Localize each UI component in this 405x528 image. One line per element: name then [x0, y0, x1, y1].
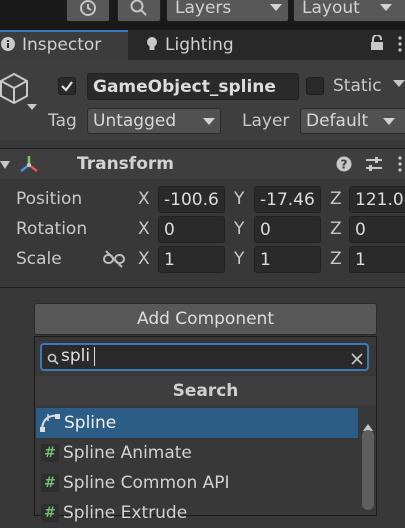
script-icon: # [41, 504, 59, 522]
component-menu-icon[interactable] [398, 156, 402, 177]
scale-x-field[interactable]: 1 [158, 246, 225, 273]
rotation-y-value: 0 [260, 219, 271, 240]
list-item-spline[interactable]: Spline [36, 408, 358, 438]
script-icon: # [41, 474, 59, 492]
static-checkbox[interactable] [306, 77, 324, 95]
position-y-value: -17.46 [260, 189, 315, 210]
position-z-value: 121.08 [355, 189, 405, 210]
position-y-field[interactable]: -17.46 [254, 186, 321, 213]
inspector-icon [0, 36, 16, 57]
list-item-label: Spline Common API [63, 473, 230, 493]
search-value: spli [61, 346, 91, 366]
rotation-label: Rotation [16, 219, 88, 239]
history-button[interactable] [66, 0, 110, 22]
checkmark-icon [61, 81, 73, 92]
position-y-axis[interactable]: Y [234, 189, 244, 209]
spline-icon [39, 413, 61, 433]
list-item-label: Spline Extrude [63, 503, 188, 523]
position-z-field[interactable]: 121.08 [349, 186, 405, 213]
tag-label: Tag [48, 111, 77, 131]
search-icon [47, 350, 59, 370]
tab-menu-icon[interactable] [398, 36, 402, 57]
divider [0, 287, 405, 288]
search-icon [130, 0, 147, 16]
tab-inspector-label: Inspector [22, 35, 102, 55]
scale-y-field[interactable]: 1 [254, 246, 321, 273]
chevron-down-icon [380, 4, 392, 11]
rotation-y-axis[interactable]: Y [234, 219, 244, 239]
scale-z-axis[interactable]: Z [330, 249, 342, 269]
foldout-arrow-icon[interactable] [0, 158, 10, 178]
scale-x-value: 1 [164, 249, 175, 270]
list-item-spline-extrude[interactable]: # Spline Extrude [36, 498, 358, 528]
position-z-axis[interactable]: Z [330, 189, 342, 209]
presets-icon[interactable] [365, 155, 383, 178]
rotation-z-field[interactable]: 0 [349, 216, 405, 243]
transform-title: Transform [77, 154, 174, 174]
unlink-icon[interactable] [103, 250, 125, 273]
svg-text:?: ? [341, 158, 348, 172]
help-icon[interactable]: ? [336, 156, 352, 177]
scale-z-field[interactable]: 1 [349, 246, 405, 273]
lock-icon[interactable] [370, 34, 384, 56]
layer-dropdown[interactable]: Default [300, 108, 405, 134]
rotation-x-field[interactable]: 0 [158, 216, 225, 243]
scale-z-value: 1 [355, 249, 366, 270]
rotation-z-value: 0 [355, 219, 366, 240]
chevron-down-icon [270, 4, 282, 11]
scale-y-value: 1 [260, 249, 271, 270]
rotation-z-axis[interactable]: Z [330, 219, 342, 239]
position-x-value: -100.6 [164, 189, 219, 210]
scale-label: Scale [16, 249, 62, 269]
layout-label: Layout [302, 0, 360, 18]
object-name-field[interactable]: GameObject_spline [87, 73, 299, 100]
position-label: Position [16, 189, 83, 209]
layout-dropdown[interactable]: Layout [293, 0, 405, 22]
object-name-value: GameObject_spline [93, 76, 276, 97]
list-item-spline-animate[interactable]: # Spline Animate [36, 438, 358, 468]
text-cursor [94, 347, 95, 366]
gameobject-icon [0, 72, 38, 119]
rotation-x-axis[interactable]: X [138, 219, 150, 239]
lightbulb-icon [146, 36, 158, 57]
tag-value: Untagged [93, 111, 177, 131]
rotation-y-field[interactable]: 0 [254, 216, 321, 243]
active-checkbox[interactable] [58, 77, 76, 95]
list-item-label: Spline [64, 413, 117, 433]
transform-icon [18, 153, 40, 180]
scale-y-axis[interactable]: Y [234, 249, 244, 269]
list-item-spline-common-api[interactable]: # Spline Common API [36, 468, 358, 498]
position-x-axis[interactable]: X [138, 189, 150, 209]
rotation-x-value: 0 [164, 219, 175, 240]
clear-search-icon[interactable] [351, 350, 363, 370]
add-component-label: Add Component [136, 309, 274, 329]
list-item-label: Spline Animate [63, 443, 192, 463]
search-button[interactable] [117, 0, 161, 22]
tag-dropdown[interactable]: Untagged [87, 108, 221, 134]
tab-lighting[interactable]: Lighting [165, 35, 234, 55]
static-dropdown-icon[interactable] [393, 72, 405, 99]
chevron-down-icon [203, 118, 215, 125]
chevron-down-icon [383, 118, 395, 125]
layers-label: Layers [175, 0, 232, 18]
scrollbar-thumb[interactable] [362, 430, 374, 510]
scale-x-axis[interactable]: X [138, 249, 150, 269]
add-component-button[interactable]: Add Component [34, 303, 377, 335]
layer-value: Default [306, 111, 369, 131]
search-section-title: Search [35, 376, 376, 406]
layers-dropdown[interactable]: Layers [166, 0, 289, 22]
script-icon: # [41, 444, 59, 462]
layer-label: Layer [242, 111, 290, 131]
position-x-field[interactable]: -100.6 [158, 186, 225, 213]
search-section-label: Search [172, 381, 239, 401]
history-icon [80, 0, 96, 16]
static-label: Static [333, 76, 382, 96]
